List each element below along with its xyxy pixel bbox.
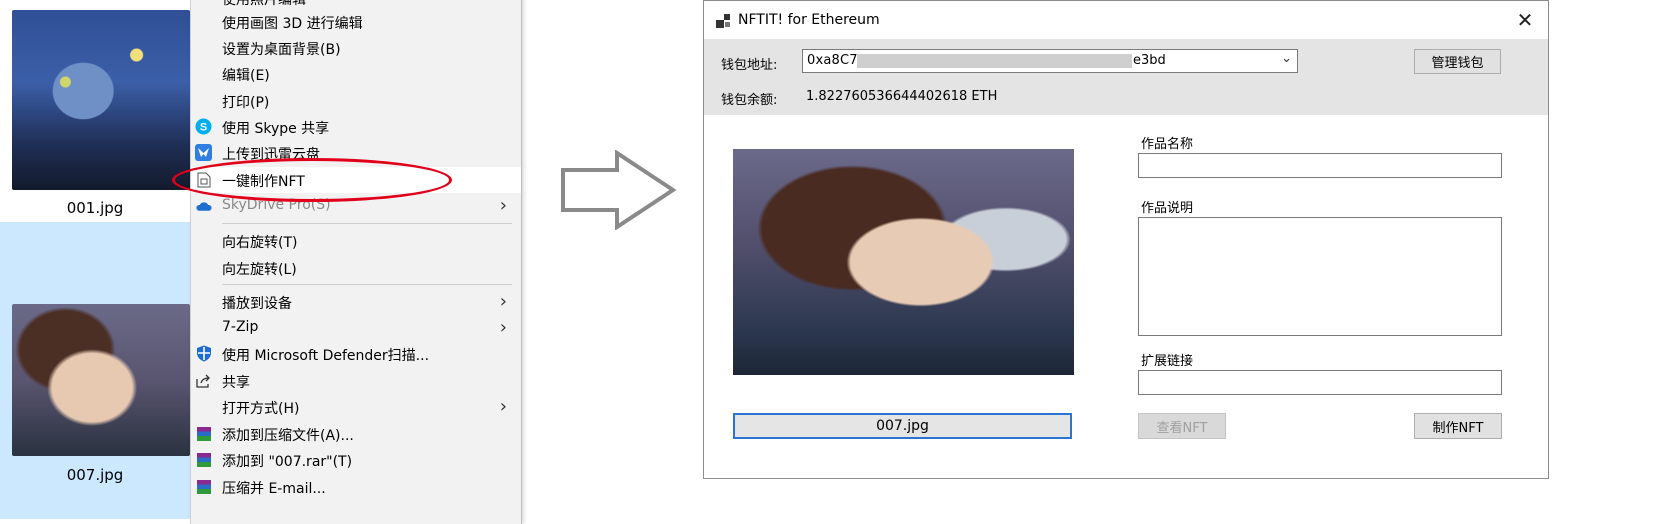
work-name-label: 作品名称	[1141, 137, 1194, 152]
balance-value: 1.822760536644402618 ETH	[806, 89, 998, 104]
chevron-right-icon: ›	[499, 291, 507, 312]
menu-item-rotate-right[interactable]: 向右旋转(T)	[191, 228, 521, 254]
wallet-address-prefix: 0xa8C7	[807, 53, 858, 68]
file-explorer-pane: 001.jpg 007.jpg	[0, 0, 190, 519]
address-redaction	[857, 54, 1132, 68]
balance-label: 钱包余额:	[721, 93, 778, 108]
window-title: NFTIT! for Ethereum	[738, 12, 880, 28]
menu-item-cast-to-device[interactable]: 播放到设备 ›	[191, 289, 521, 315]
winrar-icon	[195, 451, 212, 468]
chevron-down-icon: ⌄	[1281, 51, 1292, 66]
menu-item-print[interactable]: 打印(P)	[191, 88, 521, 114]
title-bar: NFTIT! for Ethereum ✕	[704, 1, 1548, 39]
file-name: 007.jpg	[66, 466, 124, 484]
wallet-panel: 钱包地址: 0xa8C7 e3bd ⌄ 管理钱包 钱包余额: 1.8227605…	[704, 39, 1548, 115]
menu-item-paint3d[interactable]: 使用画图 3D 进行编辑	[191, 9, 521, 35]
svg-text:S: S	[200, 122, 207, 134]
share-icon	[195, 372, 212, 389]
wallet-address-dropdown[interactable]: 0xa8C7 e3bd ⌄	[802, 49, 1298, 73]
menu-divider	[222, 223, 512, 224]
context-menu: 使用照片编辑 使用画图 3D 进行编辑 设置为桌面背景(B) 编辑(E) 打印(…	[190, 0, 522, 524]
file-name: 001.jpg	[66, 199, 124, 217]
menu-item-set-wallpaper[interactable]: 设置为桌面背景(B)	[191, 35, 521, 61]
menu-item-skype-share[interactable]: S 使用 Skype 共享	[191, 114, 521, 140]
app-logo-icon	[716, 13, 732, 29]
make-nft-button[interactable]: 制作NFT	[1414, 413, 1502, 439]
manage-wallet-button[interactable]: 管理钱包	[1414, 49, 1501, 74]
work-description-textarea[interactable]	[1138, 217, 1502, 336]
wallet-address-suffix: e3bd	[1133, 53, 1166, 68]
winrar-icon	[195, 478, 212, 495]
external-link-input[interactable]	[1138, 370, 1502, 395]
xunlei-icon	[195, 144, 212, 161]
menu-item-defender-scan[interactable]: 使用 Microsoft Defender扫描...	[191, 341, 521, 367]
annotation-highlight-oval	[172, 158, 452, 202]
file-tile-001[interactable]: 001.jpg	[0, 0, 190, 222]
work-name-input[interactable]	[1138, 153, 1502, 178]
nftit-window: NFTIT! for Ethereum ✕ 钱包地址: 0xa8C7 e3bd …	[703, 0, 1549, 479]
work-description-label: 作品说明	[1141, 201, 1194, 216]
skype-icon: S	[195, 118, 212, 135]
file-tile-007[interactable]: 007.jpg	[0, 222, 190, 519]
thumbnail-portrait	[12, 304, 190, 456]
chevron-right-icon: ›	[499, 195, 507, 216]
menu-item-share[interactable]: 共享	[191, 368, 521, 394]
menu-item-open-with[interactable]: 打开方式(H) ›	[191, 394, 521, 420]
chevron-right-icon: ›	[499, 396, 507, 417]
winrar-icon	[195, 425, 212, 442]
right-arrow-icon	[561, 150, 677, 230]
chevron-right-icon: ›	[499, 317, 507, 338]
external-link-label: 扩展链接	[1141, 354, 1194, 369]
menu-item-rotate-left[interactable]: 向左旋转(L)	[191, 255, 521, 281]
menu-item-add-to-archive[interactable]: 添加到压缩文件(A)...	[191, 421, 521, 447]
cloud-icon	[195, 197, 212, 214]
nft-image-preview	[733, 149, 1074, 375]
menu-item-7zip[interactable]: 7-Zip ›	[191, 315, 521, 341]
menu-item-edit[interactable]: 编辑(E)	[191, 61, 521, 87]
menu-item-add-to-rar[interactable]: 添加到 "007.rar"(T)	[191, 447, 521, 473]
thumbnail-starry-night	[12, 10, 190, 190]
close-button[interactable]: ✕	[1502, 1, 1548, 39]
menu-item-compress-email[interactable]: 压缩并 E-mail...	[191, 474, 521, 500]
select-file-button[interactable]: 007.jpg	[733, 413, 1072, 439]
wallet-address-label: 钱包地址:	[721, 58, 778, 73]
view-nft-button[interactable]: 查看NFT	[1138, 413, 1226, 439]
defender-shield-icon	[195, 345, 212, 362]
menu-divider	[222, 284, 512, 285]
